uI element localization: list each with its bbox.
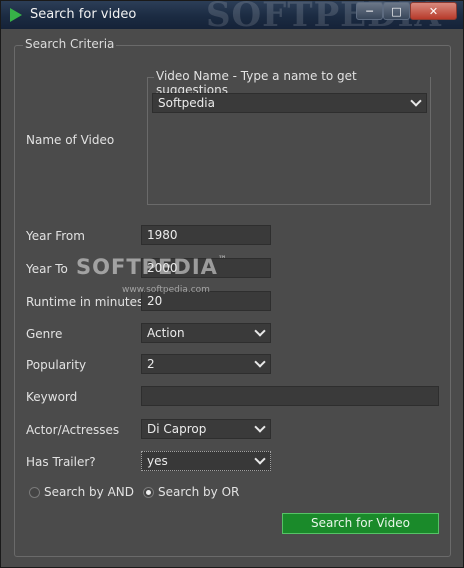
search-criteria-title: Search Criteria — [23, 37, 117, 51]
popularity-label: Popularity — [26, 358, 87, 372]
chevron-down-icon — [254, 453, 266, 465]
year-from-label: Year From — [26, 229, 85, 243]
has-trailer-select[interactable]: yes — [141, 451, 271, 471]
title-bar[interactable]: Search for video SOFTPEDIA ─ □ ✕ — [1, 1, 463, 29]
genre-label: Genre — [26, 327, 63, 341]
chevron-down-icon — [254, 356, 266, 368]
has-trailer-value: yes — [147, 454, 168, 468]
chevron-down-icon — [254, 325, 266, 337]
app-play-icon — [10, 8, 22, 22]
chevron-down-icon — [410, 95, 422, 107]
search-for-video-button[interactable]: Search for Video — [282, 513, 439, 534]
year-from-field[interactable]: 1980 — [141, 225, 271, 245]
keyword-field[interactable] — [141, 386, 439, 406]
genre-select[interactable]: Action — [141, 323, 271, 343]
close-button[interactable]: ✕ — [410, 2, 457, 20]
actor-value: Di Caprop — [147, 422, 207, 436]
chevron-down-icon — [254, 421, 266, 433]
search-video-window: Search for video SOFTPEDIA ─ □ ✕ Search … — [0, 0, 464, 568]
minimize-button[interactable]: ─ — [356, 2, 383, 20]
has-trailer-label: Has Trailer? — [26, 455, 96, 469]
search-by-and-label[interactable]: Search by AND — [44, 485, 134, 499]
search-by-or-radio[interactable] — [143, 487, 154, 498]
client-area: Search Criteria Name of Video Video Name… — [1, 29, 463, 567]
actor-label: Actor/Actresses — [26, 423, 120, 437]
year-to-field[interactable]: 2000 — [141, 258, 271, 278]
window-title: Search for video — [30, 7, 137, 22]
search-by-or-label[interactable]: Search by OR — [158, 485, 239, 499]
maximize-button[interactable]: □ — [383, 2, 410, 20]
runtime-label: Runtime in minutes — [26, 295, 144, 309]
name-of-video-label: Name of Video — [26, 133, 115, 147]
video-name-value: Softpedia — [158, 96, 215, 110]
search-by-and-radio[interactable] — [29, 487, 40, 498]
year-to-label: Year To — [26, 262, 68, 276]
actor-select[interactable]: Di Caprop — [141, 419, 271, 439]
popularity-select[interactable]: 2 — [141, 354, 271, 374]
keyword-label: Keyword — [26, 390, 78, 404]
video-name-combo[interactable]: Softpedia — [152, 93, 427, 113]
genre-value: Action — [147, 326, 185, 340]
popularity-value: 2 — [147, 357, 155, 371]
runtime-field[interactable]: 20 — [141, 291, 271, 311]
